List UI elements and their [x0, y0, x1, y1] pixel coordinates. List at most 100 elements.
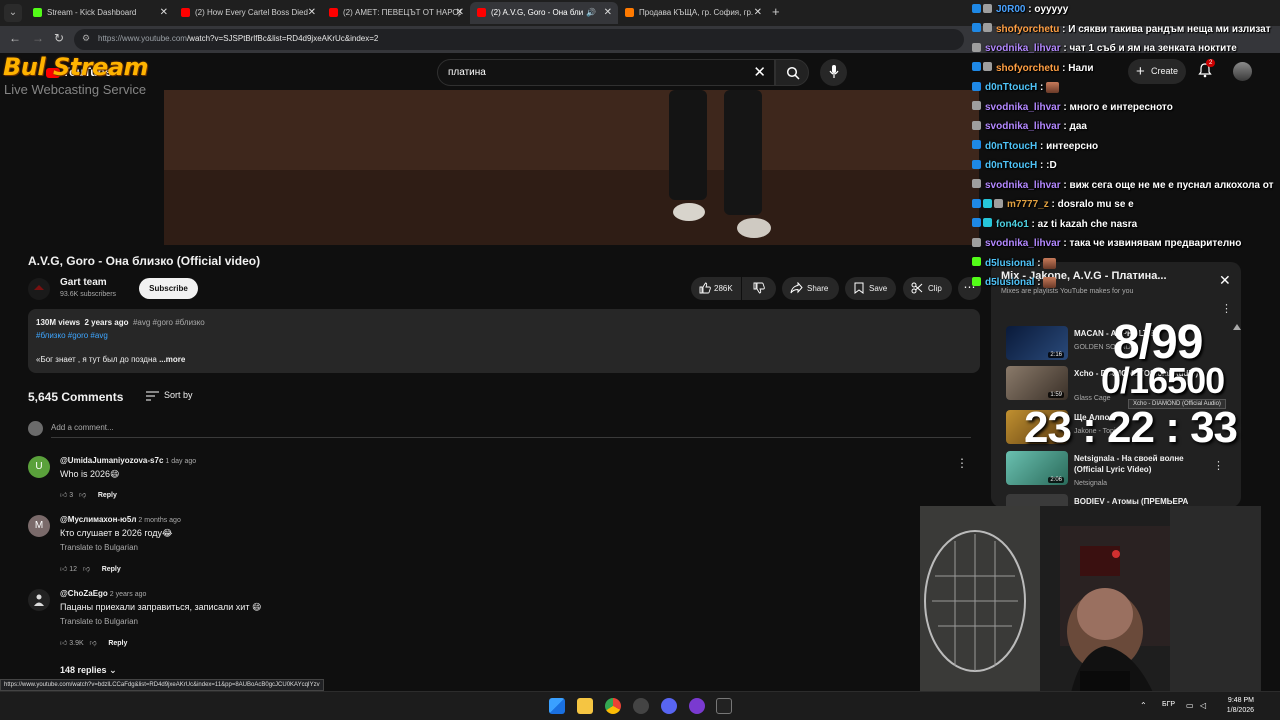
comment-author[interactable]: @ChoZaEgo 2 years ago [60, 589, 146, 598]
commenter-avatar[interactable]: M [28, 515, 50, 537]
volume-icon[interactable]: ◁ [1200, 701, 1206, 710]
chat-badges [972, 1, 994, 18]
like-comment-icon[interactable]: 👍︎ [60, 640, 67, 647]
chat-text: интеерсно [1046, 140, 1099, 152]
account-avatar[interactable] [1233, 62, 1252, 81]
sort-comments-button[interactable]: Sort by [146, 390, 193, 401]
description-hashtags[interactable]: #близко #goro #avg [36, 331, 108, 340]
translate-link[interactable]: Translate to Bulgarian [60, 617, 138, 626]
site-info-icon[interactable]: ⚙ [82, 33, 90, 44]
obs-icon[interactable] [633, 698, 649, 714]
commenter-avatar[interactable] [28, 589, 50, 611]
user-avatar [28, 421, 43, 436]
clip-button[interactable]: Clip [903, 277, 952, 300]
show-replies-button[interactable]: 148 replies ⌄ [60, 665, 117, 676]
clock[interactable]: 9:48 PM 1/8/2026 [1222, 696, 1254, 716]
clear-search-icon[interactable]: ✕ [753, 63, 766, 81]
chat-badges [972, 60, 994, 77]
close-tab-icon[interactable]: ✕ [160, 2, 168, 24]
reply-button[interactable]: Reply [102, 566, 121, 573]
forward-arrow-icon[interactable]: → [32, 31, 44, 45]
chat-username: svodnika_lihvar [985, 121, 1061, 133]
thumbs-down-icon [753, 282, 765, 294]
close-tab-icon[interactable]: ✕ [308, 2, 316, 24]
windows-start-icon[interactable] [549, 698, 565, 714]
add-comment-input[interactable]: Add a comment... [51, 423, 114, 432]
playlist-menu-icon[interactable]: ⋮ [1221, 302, 1232, 315]
close-tab-icon[interactable]: ✕ [604, 2, 612, 24]
create-button[interactable]: + Create [1128, 59, 1186, 84]
webcam-image [920, 506, 1261, 697]
channel-name[interactable]: Gart team [60, 277, 107, 288]
dislike-button[interactable] [742, 277, 776, 300]
chat-badge-icon [972, 159, 981, 169]
chat-username: fon4o1 [996, 218, 1029, 230]
tab-search-button[interactable]: ⌄ [4, 4, 22, 22]
comment-actions: 👍︎ 12 👎︎ Reply [60, 566, 121, 573]
dislike-comment-icon[interactable]: 👎︎ [79, 492, 86, 499]
voice-search-button[interactable] [820, 59, 847, 86]
chat-badges [972, 118, 983, 135]
back-arrow-icon[interactable]: ← [9, 31, 21, 45]
listing-site-icon [625, 7, 634, 17]
discord-icon[interactable] [661, 698, 677, 714]
address-bar[interactable]: ⚙ https://www.youtube.com/watch?v=SJSPtB… [74, 29, 964, 50]
commenter-avatar[interactable]: U [28, 456, 50, 478]
plus-icon: + [1136, 63, 1145, 80]
chat-separator: : [1037, 160, 1047, 172]
file-explorer-icon[interactable] [577, 698, 593, 714]
stream-brand-tagline: Live Webcasting Service [4, 82, 147, 97]
chat-badges [972, 216, 994, 233]
close-tab-icon[interactable]: ✕ [754, 2, 762, 24]
like-button[interactable]: 286K [691, 277, 741, 300]
dislike-comment-icon[interactable]: 👎︎ [83, 566, 90, 573]
browser-tab[interactable]: (2) How Every Cartel Boss Died ✕ [174, 2, 322, 24]
terminal-icon[interactable] [716, 698, 732, 714]
video-player[interactable] [164, 90, 979, 245]
new-tab-button[interactable]: + [772, 4, 780, 19]
browser-tab[interactable]: Stream - Kick Dashboard ✕ [26, 2, 174, 24]
notifications-button[interactable]: 2 [1198, 59, 1216, 83]
app-icon[interactable] [689, 698, 705, 714]
chat-message: d5lusional : [972, 255, 1057, 272]
audio-playing-icon[interactable]: 🔊 [586, 2, 596, 24]
save-button[interactable]: Save [845, 277, 896, 300]
comment-author[interactable]: @Муслимахон-ю5л 2 months ago [60, 515, 181, 524]
item-menu-icon[interactable]: ⋮ [1213, 459, 1224, 472]
like-comment-icon[interactable]: 👍︎ [60, 566, 67, 573]
chrome-icon[interactable] [605, 698, 621, 714]
share-button[interactable]: Share [782, 277, 839, 300]
close-tab-icon[interactable]: ✕ [456, 2, 464, 24]
comment-menu-icon[interactable]: ⋮ [956, 456, 968, 470]
chat-text: Нали [1068, 62, 1094, 74]
chat-badges [972, 177, 983, 194]
channel-avatar[interactable] [28, 278, 50, 300]
like-comment-icon[interactable]: 👍︎ [60, 492, 67, 499]
subscribe-button[interactable]: Subscribe [139, 278, 198, 299]
chat-badge-icon [972, 81, 981, 91]
chat-separator: : [1034, 257, 1044, 269]
video-description[interactable]: 130M views 2 years ago #avg #goro #близк… [28, 309, 980, 373]
dislike-comment-icon[interactable]: 👎︎ [90, 640, 97, 647]
reply-button[interactable]: Reply [108, 640, 127, 647]
translate-link[interactable]: Translate to Bulgarian [60, 543, 138, 552]
playlist-item[interactable]: 2:06 Netsignala - На своей волне (Offici… [1006, 451, 1236, 489]
show-more-link[interactable]: ...more [159, 355, 185, 364]
chat-message: d0nTtoucH : интеерсно [972, 138, 1098, 155]
chat-badges [972, 235, 983, 252]
browser-tab[interactable]: (2) АМЕТ: ПЕВЕЦЪТ ОТ НАРОДА ✕ [322, 2, 470, 24]
video-thumbnail: 2:06 [1006, 451, 1068, 485]
reply-button[interactable]: Reply [98, 492, 117, 499]
browser-tab-active[interactable]: (2) A.V.G, Goro - Она близко🔊✕ [470, 2, 618, 24]
comment-author[interactable]: @UmidaJumaniyozova-s7c 1 day ago [60, 456, 196, 465]
search-button[interactable] [775, 59, 809, 86]
chat-username: svodnika_lihvar [985, 238, 1061, 250]
close-playlist-icon[interactable]: ✕ [1219, 272, 1231, 289]
network-icon[interactable]: ▭ [1186, 701, 1194, 710]
search-input[interactable]: платина ✕ [437, 59, 775, 86]
language-indicator[interactable]: БГР [1162, 701, 1175, 708]
browser-tab[interactable]: Продава КЪЩА, гр. София, гр. ✕ [618, 2, 768, 24]
chevron-up-icon[interactable]: ⌃ [1140, 701, 1147, 710]
scroll-up-arrow-icon[interactable] [1233, 324, 1241, 330]
reload-icon[interactable]: ↻ [54, 31, 64, 45]
